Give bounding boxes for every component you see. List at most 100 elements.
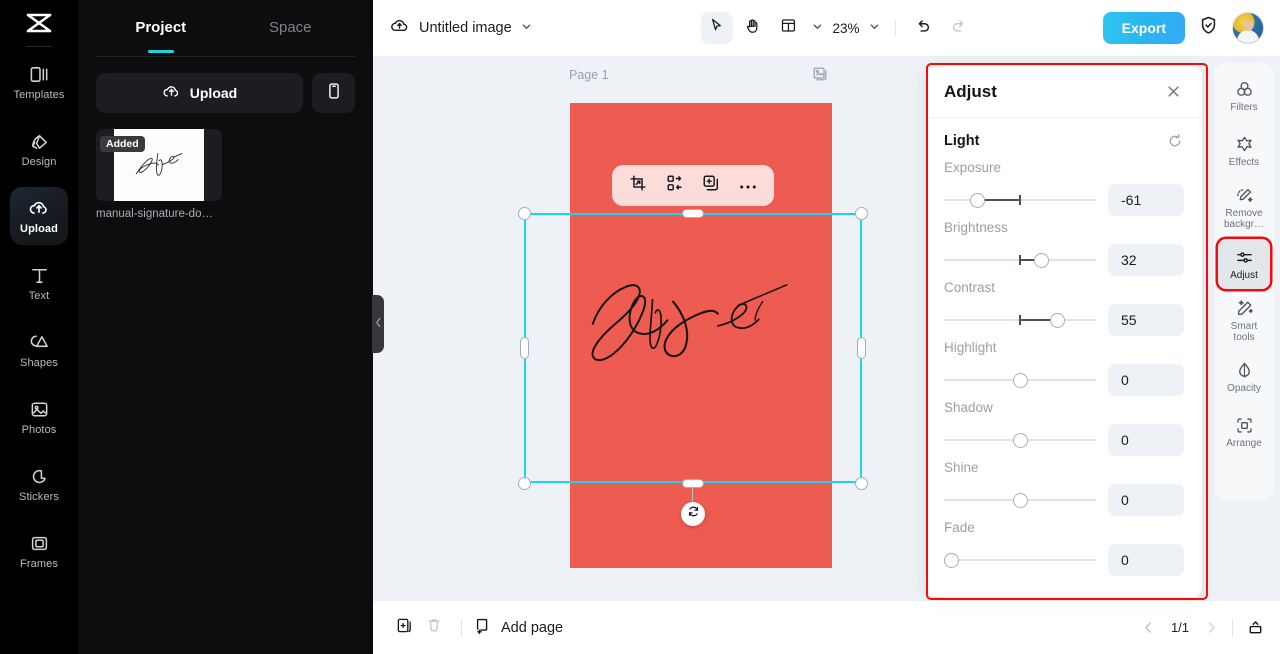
selection-handle-top-left[interactable] [518, 207, 531, 220]
sidebar-item-upload[interactable]: Upload [10, 187, 68, 245]
sidebar-item-shapes[interactable]: Shapes [10, 321, 68, 379]
replace-button[interactable] [662, 173, 688, 199]
slider-knob[interactable] [1012, 433, 1028, 448]
sidebar-item-design[interactable]: Design [10, 120, 68, 178]
capcut-logo-icon[interactable] [0, 0, 78, 46]
slider-brightness[interactable] [944, 251, 1096, 269]
tool-label: Adjust [1230, 270, 1258, 281]
shield-check-icon[interactable] [1198, 15, 1219, 41]
delete-page-button[interactable] [419, 613, 449, 643]
page-indicator: 1/1 [1170, 620, 1190, 635]
crop-button[interactable] [625, 173, 651, 199]
duplicate-page-button[interactable] [389, 613, 419, 643]
value-input-shine[interactable]: 0 [1108, 484, 1184, 516]
selection-handle-middle-right[interactable] [857, 337, 866, 359]
selection-handle-top-center[interactable] [682, 209, 704, 218]
chevron-down-icon[interactable] [521, 19, 532, 37]
swap-replace-icon [666, 174, 684, 197]
tool-opacity[interactable]: Opacity [1218, 352, 1270, 402]
close-x-icon[interactable] [1162, 81, 1184, 103]
undo-button[interactable] [906, 12, 938, 44]
stickers-icon [29, 465, 50, 487]
slider-shine[interactable] [944, 491, 1096, 509]
slider-shadow[interactable] [944, 431, 1096, 449]
rotate-handle[interactable] [681, 502, 705, 526]
slider-knob[interactable] [1034, 253, 1050, 268]
slider-knob[interactable] [970, 193, 986, 208]
value-input-exposure[interactable]: -61 [1108, 184, 1184, 216]
panel-collapse-handle[interactable] [372, 295, 384, 353]
tool-adjust[interactable]: Adjust [1218, 239, 1270, 289]
sidebar-item-frames[interactable]: Frames [10, 522, 68, 580]
slider-fade[interactable] [944, 551, 1096, 569]
slider-knob[interactable] [1012, 373, 1028, 388]
filters-circles-icon [1235, 79, 1254, 99]
slider-contrast[interactable] [944, 311, 1096, 329]
tool-filters[interactable]: Filters [1218, 71, 1270, 121]
asset-thumbnail[interactable]: Added [96, 129, 222, 201]
redo-button[interactable] [942, 12, 974, 44]
reset-circular-arrow-icon[interactable] [1166, 132, 1184, 150]
duplicate-button[interactable] [698, 173, 724, 199]
user-avatar[interactable] [1232, 12, 1264, 44]
sidebar-item-text[interactable]: Text [10, 254, 68, 312]
zoom-chevron-button[interactable] [865, 19, 883, 37]
mobile-phone-icon [326, 82, 342, 105]
tool-remove-background[interactable]: Remove backgr… [1218, 181, 1270, 234]
selection-handle-bottom-center[interactable] [682, 479, 704, 488]
selection-handle-bottom-right[interactable] [855, 477, 868, 490]
slider-knob[interactable] [1050, 313, 1066, 328]
upload-from-mobile-button[interactable] [312, 73, 355, 113]
tool-smart-tools[interactable]: Smart tools [1218, 294, 1270, 347]
slider-knob[interactable] [1012, 493, 1028, 508]
export-button[interactable]: Export [1102, 12, 1185, 44]
sidebar-item-label: Stickers [19, 491, 59, 503]
value-input-fade[interactable]: 0 [1108, 544, 1184, 576]
sidebar-item-stickers[interactable]: Stickers [10, 455, 68, 513]
slider-highlight[interactable] [944, 371, 1096, 389]
adjust-control-exposure: Exposure -61 [944, 160, 1184, 216]
more-dots-icon [739, 177, 757, 195]
document-title[interactable]: Untitled image [419, 20, 512, 36]
layout-chevron-button[interactable] [808, 19, 826, 37]
main-area: Untitled image 23% Export Page 1 Add pag… [373, 0, 1280, 654]
next-page-button[interactable] [1205, 621, 1218, 634]
tool-effects[interactable]: Effects [1218, 126, 1270, 176]
document-title-group[interactable]: Untitled image [389, 15, 532, 41]
sidebar-item-templates[interactable]: Templates [10, 53, 68, 111]
adjust-control-contrast: Contrast 55 [944, 280, 1184, 336]
collapse-panel-button[interactable] [1247, 619, 1264, 636]
bottom-divider-2 [1232, 618, 1233, 637]
prev-page-button[interactable] [1142, 621, 1155, 634]
tab-space[interactable]: Space [226, 0, 356, 56]
value-input-brightness[interactable]: 32 [1108, 244, 1184, 276]
asset-item[interactable]: Added manual-signature-do… [96, 129, 222, 220]
capcut-editor-window: Templates Design Upload Text Shapes Phot… [0, 0, 1280, 654]
hand-tool-button[interactable] [736, 12, 768, 44]
adjust-sliders-icon [1235, 247, 1254, 267]
select-tool-button[interactable] [700, 12, 733, 44]
add-page-button[interactable]: Add page [474, 617, 563, 639]
value-input-contrast[interactable]: 55 [1108, 304, 1184, 336]
tab-project[interactable]: Project [96, 0, 226, 56]
zoom-level-label[interactable]: 23% [830, 21, 861, 36]
upload-button[interactable]: Upload [96, 73, 303, 113]
value-input-highlight[interactable]: 0 [1108, 364, 1184, 396]
slider-exposure[interactable] [944, 191, 1096, 209]
text-icon [29, 264, 50, 286]
adjust-control-shine: Shine 0 [944, 460, 1184, 516]
tool-arrange[interactable]: Arrange [1218, 407, 1270, 457]
add-page-icon [474, 617, 492, 639]
selection-handle-bottom-left[interactable] [518, 477, 531, 490]
selection-handle-middle-left[interactable] [520, 337, 529, 359]
layout-tool-button[interactable] [772, 12, 804, 44]
hand-icon [743, 17, 761, 40]
selection-handle-top-right[interactable] [855, 207, 868, 220]
value-input-shadow[interactable]: 0 [1108, 424, 1184, 456]
top-right-group: Export [1102, 12, 1264, 44]
more-button[interactable] [735, 173, 761, 199]
duplicate-page-icon[interactable] [812, 66, 828, 87]
slider-knob[interactable] [944, 553, 959, 568]
asset-grid: Added manual-signature-do… [78, 113, 373, 220]
sidebar-item-photos[interactable]: Photos [10, 388, 68, 446]
